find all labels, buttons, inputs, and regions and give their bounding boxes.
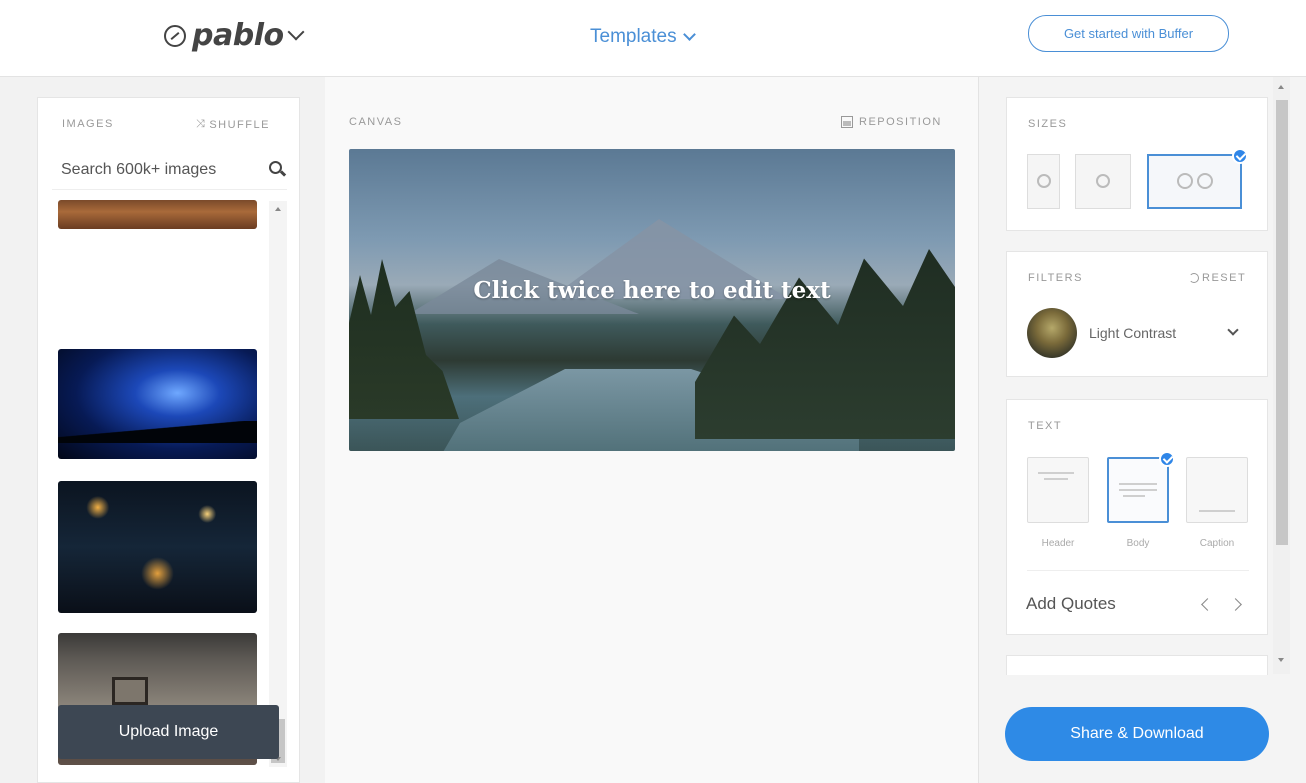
reset-icon: [1189, 273, 1199, 283]
filter-selected-label: Light Contrast: [1089, 325, 1177, 341]
image-thumbnail-list: [58, 198, 257, 768]
text-style-caption[interactable]: [1186, 457, 1248, 523]
shuffle-label: SHUFFLE: [209, 118, 270, 131]
image-canvas[interactable]: Click twice here to edit text: [349, 149, 955, 451]
image-thumbnail[interactable]: [58, 349, 257, 459]
chevron-down-icon: [682, 27, 696, 41]
images-panel: IMAGES ⤨ SHUFFLE Upload Image: [37, 97, 300, 783]
settings-panel: SIZES FILTERS RESET Light Contrast TEXT: [978, 77, 1306, 783]
pinterest-icon: [1037, 174, 1051, 188]
reposition-icon: [841, 116, 853, 128]
reposition-button[interactable]: REPOSITION: [841, 116, 942, 128]
canvas-text[interactable]: Click twice here to edit text: [349, 277, 955, 304]
divider: [1027, 570, 1249, 571]
settings-scrollbar[interactable]: [1273, 77, 1290, 674]
reset-label: RESET: [1202, 272, 1247, 284]
text-card: TEXT Header Body Caption Add Quotes: [1006, 399, 1268, 635]
add-quotes-label: Add Quotes: [1026, 594, 1116, 613]
scroll-down-arrow-icon[interactable]: [1278, 658, 1284, 662]
filter-preview-thumbnail: [1027, 308, 1077, 358]
scroll-up-arrow-icon[interactable]: [275, 207, 281, 211]
share-download-button[interactable]: Share & Download: [1005, 707, 1269, 761]
images-scrollbar[interactable]: [269, 201, 287, 767]
chevron-right-icon[interactable]: [1229, 598, 1242, 611]
sizes-card: SIZES: [1006, 97, 1268, 231]
canvas-panel: CANVAS REPOSITION Click twice here to ed…: [325, 77, 978, 783]
top-header: pablo Templates Get started with Buffer: [0, 0, 1306, 77]
text-style-body[interactable]: [1107, 451, 1175, 523]
twitter-icon: [1197, 173, 1213, 189]
chevron-down-icon: [287, 23, 305, 40]
images-heading: IMAGES: [62, 118, 114, 130]
chevron-left-icon[interactable]: [1201, 598, 1214, 611]
templates-label: Templates: [590, 26, 677, 47]
scroll-up-arrow-icon[interactable]: [1278, 85, 1284, 89]
text-style-label: Caption: [1199, 538, 1235, 549]
image-thumbnail[interactable]: [58, 481, 257, 613]
upload-image-button[interactable]: Upload Image: [58, 705, 279, 759]
search-input[interactable]: [52, 160, 242, 179]
next-card-partial: [1006, 655, 1268, 675]
text-style-label: Header: [1041, 538, 1075, 549]
get-started-button[interactable]: Get started with Buffer: [1028, 15, 1229, 52]
reset-button[interactable]: RESET: [1189, 272, 1246, 284]
size-option-instagram[interactable]: [1075, 154, 1131, 209]
size-option-pinterest[interactable]: [1027, 154, 1060, 209]
image-thumbnail[interactable]: [58, 200, 257, 229]
selected-check-icon: [1232, 148, 1248, 164]
size-option-facebook-twitter[interactable]: [1147, 148, 1248, 209]
shuffle-button[interactable]: ⤨ SHUFFLE: [196, 118, 270, 131]
instagram-icon: [1096, 174, 1110, 188]
filters-heading: FILTERS: [1028, 272, 1083, 284]
reposition-label: REPOSITION: [859, 116, 942, 128]
canvas-heading: CANVAS: [349, 116, 403, 128]
pablo-logo-icon: [164, 24, 186, 47]
facebook-icon: [1177, 173, 1193, 189]
filter-dropdown[interactable]: Light Contrast: [1027, 308, 1249, 358]
pablo-logo[interactable]: pablo: [164, 18, 305, 53]
filters-card: FILTERS RESET Light Contrast: [1006, 251, 1268, 377]
search-icon[interactable]: [269, 161, 287, 177]
sizes-heading: SIZES: [1028, 118, 1068, 130]
text-style-header[interactable]: [1027, 457, 1089, 523]
image-search: [52, 150, 287, 190]
chevron-down-icon: [1227, 324, 1239, 336]
logo-text: pablo: [192, 18, 284, 53]
shuffle-icon: ⤨: [196, 118, 207, 130]
text-heading: TEXT: [1028, 420, 1063, 432]
templates-menu[interactable]: Templates: [590, 26, 696, 48]
scrollbar-thumb[interactable]: [1276, 100, 1288, 545]
selected-check-icon: [1159, 451, 1175, 467]
text-style-label: Body: [1126, 538, 1150, 549]
